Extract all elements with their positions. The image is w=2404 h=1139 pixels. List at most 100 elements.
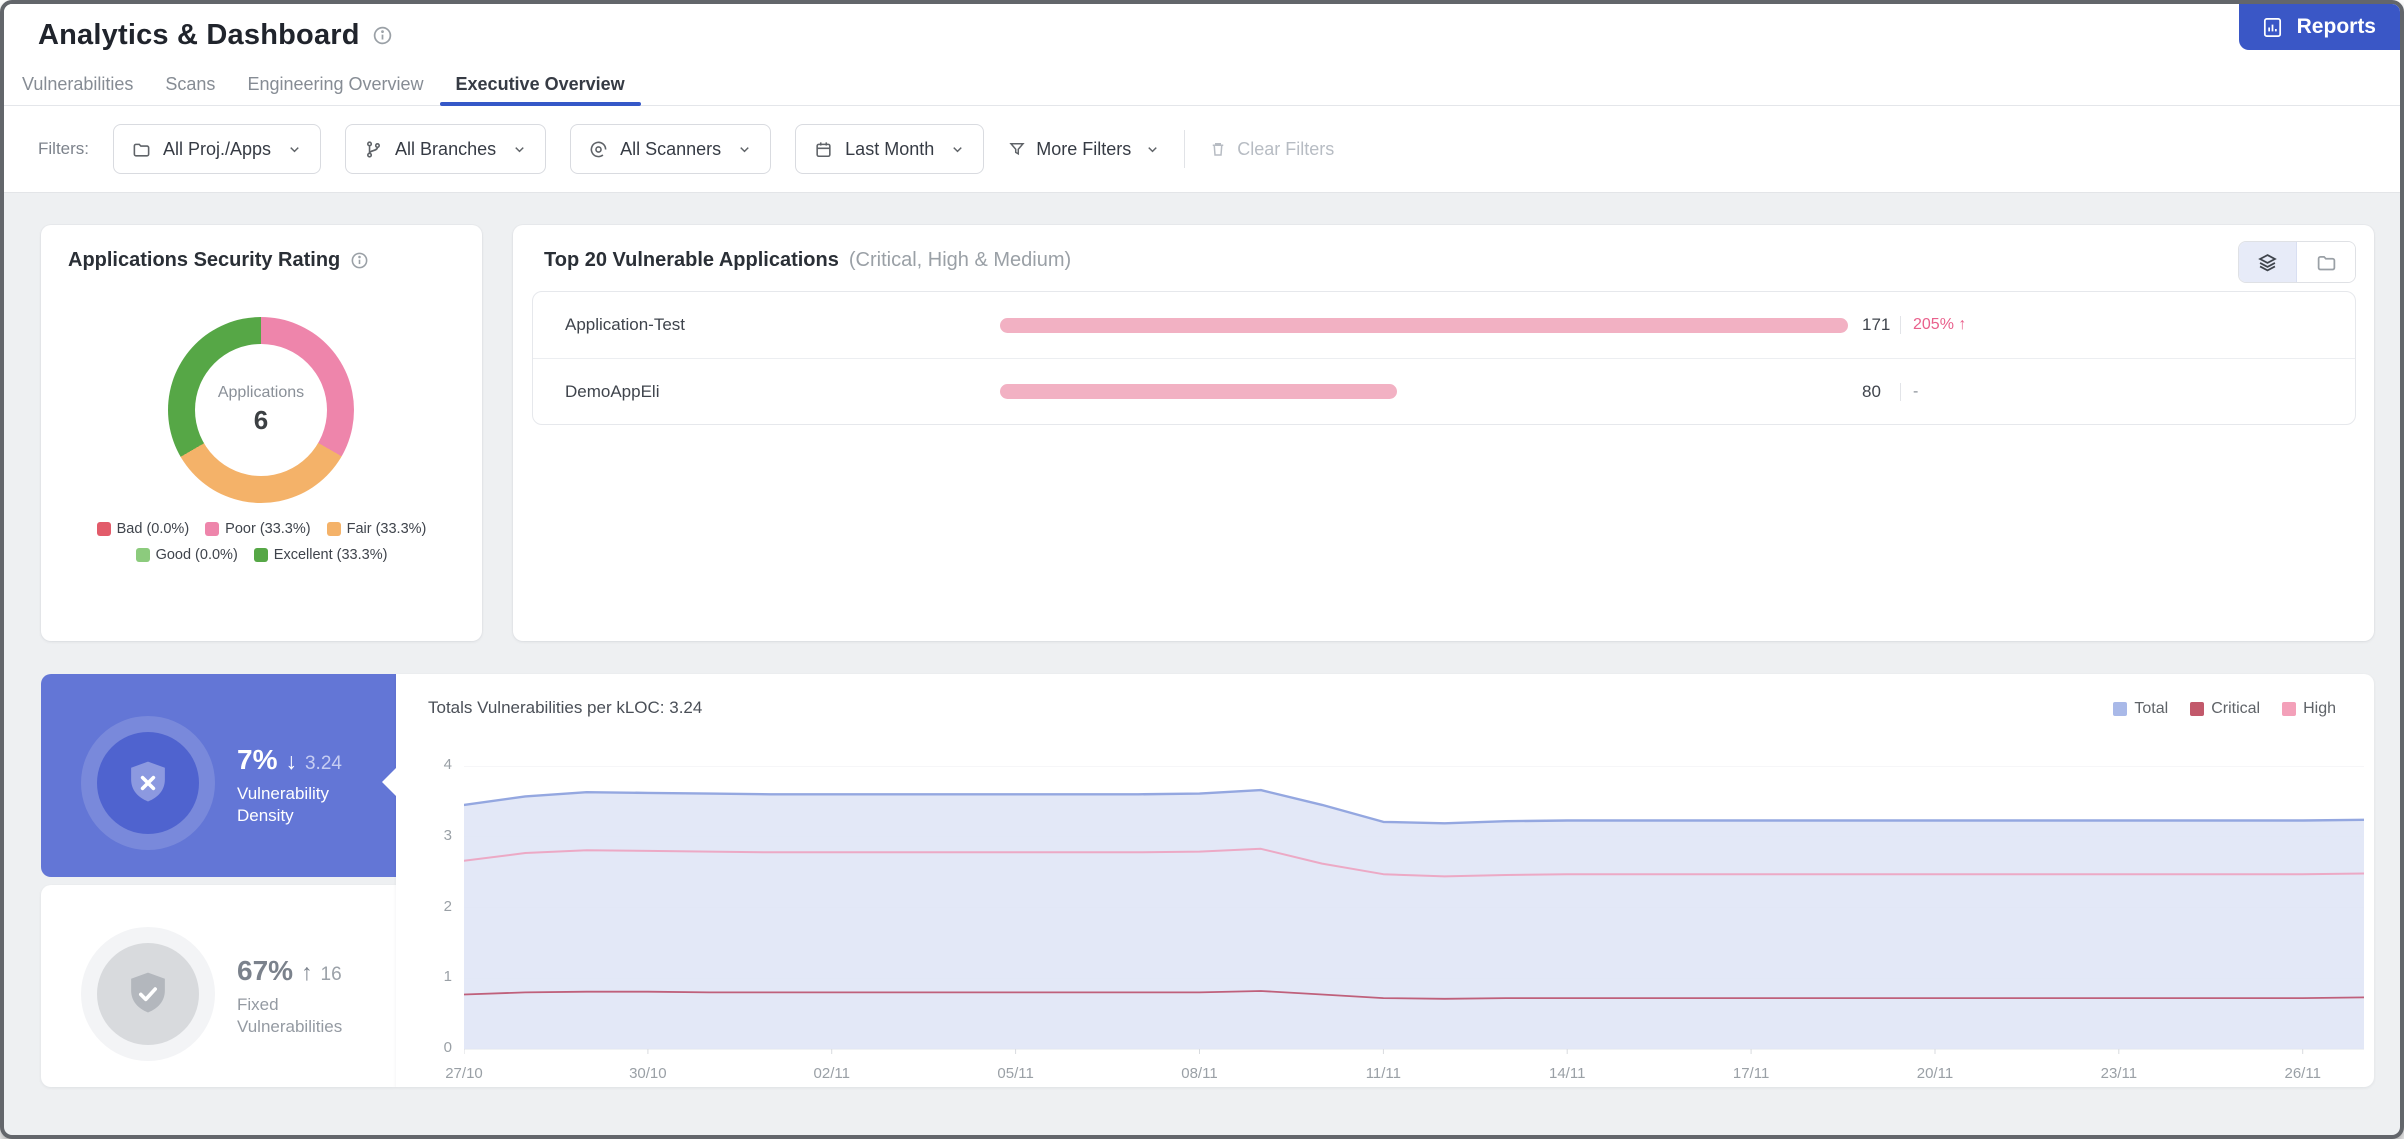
legend-swatch — [254, 548, 268, 562]
legend-swatch — [136, 548, 150, 562]
legend-item-critical[interactable]: Critical — [2190, 700, 2260, 718]
app-window: Analytics & Dashboard Reports Vulnerabil… — [0, 0, 2404, 1139]
filters-label: Filters: — [38, 139, 89, 159]
y-tick-label: 1 — [418, 968, 452, 985]
y-tick-label: 3 — [418, 827, 452, 844]
y-tick-label: 0 — [418, 1039, 452, 1056]
filters-bar: Filters: All Proj./Apps All Branches All… — [4, 106, 2400, 193]
shield-x-icon — [121, 756, 175, 810]
x-tick-label: 20/11 — [1904, 1065, 1966, 1082]
arrow-down-icon: ↓ — [285, 748, 297, 775]
rating-card-title: Applications Security Rating — [41, 225, 482, 272]
legend-swatch — [2282, 702, 2296, 716]
trend-badge: - — [1913, 383, 1918, 401]
funnel-icon — [1008, 140, 1026, 158]
tab-bar: Vulnerabilities Scans Engineering Overvi… — [4, 66, 2400, 106]
top-vulnerable-apps-card: Top 20 Vulnerable Applications (Critical… — [513, 225, 2374, 641]
tab-executive-overview[interactable]: Executive Overview — [440, 66, 641, 105]
tab-engineering-overview[interactable]: Engineering Overview — [231, 66, 439, 105]
applications-security-rating-card: Applications Security Rating Application… — [41, 225, 482, 641]
x-tick-label: 27/10 — [433, 1065, 495, 1082]
legend-item-fair: Fair (33.3%) — [327, 521, 427, 537]
metric-circle — [81, 927, 215, 1061]
vulnerable-apps-list: Application-Test 171 205% ↑ DemoAppEli 8… — [532, 291, 2356, 425]
metric-circle — [81, 716, 215, 850]
divider — [1184, 130, 1185, 168]
filter-branches-dropdown[interactable]: All Branches — [345, 124, 546, 174]
chevron-down-icon — [512, 142, 527, 157]
vuln-bar — [1000, 318, 1848, 333]
calendar-icon — [814, 140, 833, 159]
donut-center: Applications 6 — [195, 344, 327, 476]
bottom-row: 7% ↓ 3.24 Vulnerability Density — [41, 674, 2374, 1087]
info-icon[interactable] — [372, 25, 393, 46]
legend-item-poor: Poor (33.3%) — [205, 521, 310, 537]
legend-swatch — [2190, 702, 2204, 716]
branch-icon — [364, 140, 383, 159]
y-tick-label: 2 — [418, 898, 452, 915]
vuln-bar — [1000, 384, 1848, 399]
info-icon[interactable] — [350, 251, 369, 270]
chevron-down-icon — [287, 142, 302, 157]
legend-swatch — [205, 522, 219, 536]
chevron-down-icon — [1145, 142, 1160, 157]
filter-proj-apps-dropdown[interactable]: All Proj./Apps — [113, 124, 321, 174]
selected-card-pointer — [382, 768, 396, 796]
security-rating-donut-chart[interactable]: Applications 6 — [168, 317, 354, 503]
applications-count: 6 — [254, 405, 268, 436]
x-tick-label: 17/11 — [1720, 1065, 1782, 1082]
tab-scans[interactable]: Scans — [149, 66, 231, 105]
filter-period-dropdown[interactable]: Last Month — [795, 124, 984, 174]
layers-view-toggle[interactable] — [2239, 242, 2297, 282]
app-row[interactable]: DemoAppEli 80 - — [533, 358, 2355, 424]
clear-filters-button[interactable]: Clear Filters — [1209, 139, 1334, 160]
x-tick-label: 30/10 — [617, 1065, 679, 1082]
trash-icon — [1209, 140, 1227, 158]
vulnerability-density-card[interactable]: 7% ↓ 3.24 Vulnerability Density — [41, 674, 396, 877]
legend-item-excellent: Excellent (33.3%) — [254, 547, 388, 563]
x-tick-label: 23/11 — [2088, 1065, 2150, 1082]
fixed-vulnerabilities-card[interactable]: 67% ↑ 16 Fixed Vulnerabilities — [41, 885, 396, 1088]
app-row[interactable]: Application-Test 171 205% ↑ — [533, 292, 2355, 358]
legend-item-high[interactable]: High — [2282, 700, 2336, 718]
vulnerabilities-trend-chart[interactable] — [464, 766, 2364, 1058]
chevron-down-icon — [950, 142, 965, 157]
trend-chart-title: Totals Vulnerabilities per kLOC: 3.24 — [428, 698, 702, 718]
folder-view-toggle[interactable] — [2297, 242, 2355, 282]
x-tick-label: 05/11 — [985, 1065, 1047, 1082]
divider — [1900, 383, 1901, 401]
reports-button[interactable]: Reports — [2239, 4, 2400, 50]
legend-item-bad: Bad (0.0%) — [97, 521, 190, 537]
arrow-up-icon: ↑ — [301, 959, 313, 986]
x-tick-label: 26/11 — [2272, 1065, 2334, 1082]
x-tick-label: 11/11 — [1352, 1065, 1414, 1082]
legend-swatch — [97, 522, 111, 536]
top-cards-row: Applications Security Rating Application… — [41, 225, 2374, 641]
folder-icon — [132, 140, 151, 159]
page-title: Analytics & Dashboard — [38, 19, 360, 52]
scanner-icon — [589, 140, 608, 159]
tab-vulnerabilities[interactable]: Vulnerabilities — [6, 66, 149, 105]
x-tick-label: 14/11 — [1536, 1065, 1598, 1082]
top-apps-title: Top 20 Vulnerable Applications (Critical… — [513, 225, 2374, 272]
legend-swatch — [2113, 702, 2127, 716]
legend-swatch — [327, 522, 341, 536]
folder-icon — [2316, 252, 2337, 273]
layers-icon — [2257, 252, 2278, 273]
filter-scanners-dropdown[interactable]: All Scanners — [570, 124, 771, 174]
shield-check-icon — [121, 967, 175, 1021]
metric-cards-column: 7% ↓ 3.24 Vulnerability Density — [41, 674, 396, 1087]
legend-item-total[interactable]: Total — [2113, 700, 2168, 718]
trend-badge: 205% ↑ — [1913, 316, 1966, 334]
report-chart-icon — [2261, 16, 2284, 39]
trend-chart-panel: Totals Vulnerabilities per kLOC: 3.24 To… — [396, 674, 2374, 1087]
more-filters-button[interactable]: More Filters — [1008, 139, 1160, 160]
view-toggle-group — [2238, 241, 2356, 283]
header: Analytics & Dashboard Reports — [4, 4, 2400, 66]
legend-item-good: Good (0.0%) — [136, 547, 238, 563]
x-tick-label: 08/11 — [1168, 1065, 1230, 1082]
chevron-down-icon — [737, 142, 752, 157]
divider — [1900, 316, 1901, 334]
x-tick-label: 02/11 — [801, 1065, 863, 1082]
trend-chart-legend: Total Critical High — [2113, 700, 2336, 718]
